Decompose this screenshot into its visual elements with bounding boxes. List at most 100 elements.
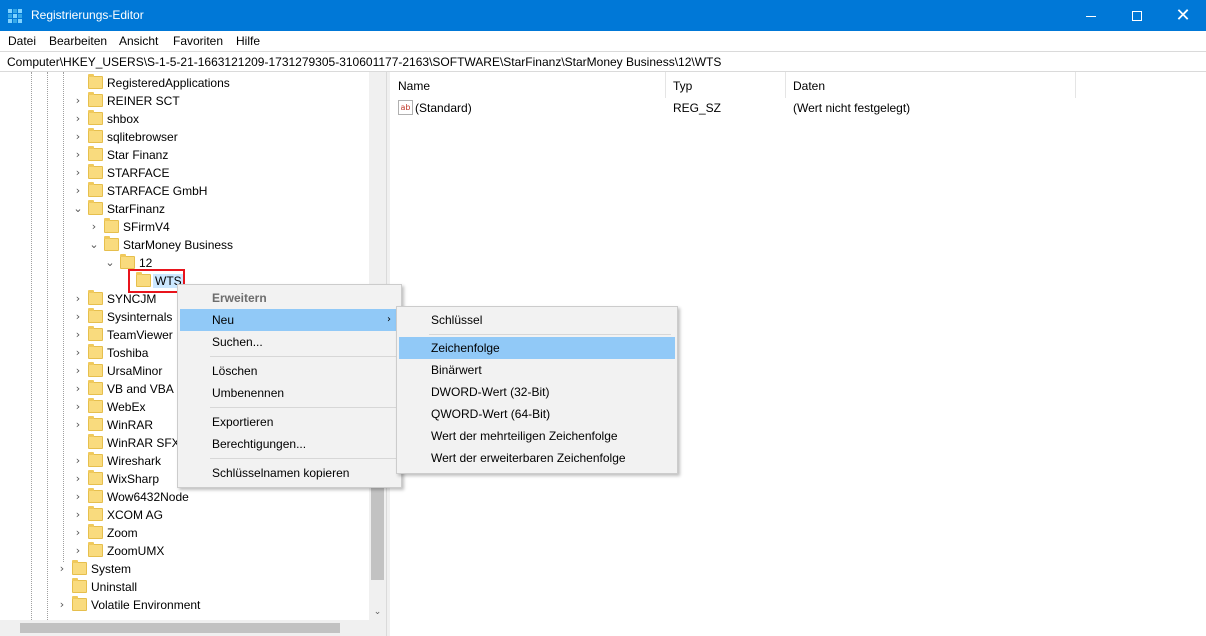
expand-icon[interactable]: › — [73, 455, 83, 467]
menu-item-loeschen[interactable]: Löschen — [180, 360, 399, 382]
tree-hscrollbar-thumb[interactable] — [20, 623, 340, 633]
folder-icon — [72, 596, 87, 611]
tree-node[interactable]: › System — [0, 560, 370, 578]
tree-node[interactable]: › STARFACE — [0, 164, 370, 182]
folder-icon — [88, 326, 103, 341]
menu-item-binaerwert[interactable]: Binärwert — [399, 359, 675, 381]
menu-separator — [210, 458, 399, 459]
tree-node[interactable]: › STARFACE GmbH — [0, 182, 370, 200]
menu-item-berechtigungen[interactable]: Berechtigungen... — [180, 433, 399, 455]
expand-icon[interactable]: › — [73, 131, 83, 143]
string-value-icon: ab — [398, 100, 413, 115]
menu-favoriten[interactable]: Favoriten — [173, 34, 223, 48]
close-button[interactable]: ✕ — [1160, 0, 1206, 31]
expand-icon[interactable]: › — [73, 185, 83, 197]
folder-icon — [88, 524, 103, 539]
expand-icon[interactable]: › — [73, 365, 83, 377]
expand-icon[interactable]: › — [73, 401, 83, 413]
tree-node-label: REINER SCT — [107, 94, 180, 108]
column-header-name[interactable]: Name — [390, 72, 666, 98]
menu-item-zeichenfolge[interactable]: Zeichenfolge — [399, 337, 675, 359]
menu-separator — [210, 407, 399, 408]
menu-item-exportieren[interactable]: Exportieren — [180, 411, 399, 433]
collapse-icon[interactable]: ⌄ — [89, 239, 99, 251]
menu-item-suchen[interactable]: Suchen... — [180, 331, 399, 353]
menu-item-erweitern[interactable]: Erweitern — [180, 287, 399, 309]
menu-separator — [429, 334, 671, 335]
expand-icon[interactable]: › — [73, 95, 83, 107]
address-path: Computer\HKEY_USERS\S-1-5-21-1663121209-… — [7, 55, 722, 69]
menu-item-schluesselnamen-kopieren[interactable]: Schlüsselnamen kopieren — [180, 462, 399, 484]
tree-node[interactable]: ⌄ 12 — [0, 254, 370, 272]
tree-node-label: WebEx — [107, 400, 146, 414]
minimize-button[interactable] — [1068, 0, 1114, 31]
tree-node[interactable]: › sqlitebrowser — [0, 128, 370, 146]
expand-icon[interactable]: › — [73, 545, 83, 557]
expand-icon[interactable]: › — [57, 563, 67, 575]
expand-icon[interactable]: › — [73, 149, 83, 161]
tree-node[interactable]: › ZoomUMX — [0, 542, 370, 560]
submenu-arrow-icon: › — [387, 314, 391, 325]
expand-icon[interactable]: › — [89, 221, 99, 233]
tree-node-label: XCOM AG — [107, 508, 164, 522]
expand-icon[interactable]: › — [73, 383, 83, 395]
tree-node[interactable]: › Volatile Environment — [0, 596, 370, 614]
column-header-type[interactable]: Typ — [666, 72, 786, 98]
maximize-button[interactable] — [1114, 0, 1160, 31]
collapse-icon[interactable]: ⌄ — [73, 203, 83, 215]
menu-ansicht[interactable]: Ansicht — [119, 34, 158, 48]
menu-item-multi-string[interactable]: Wert der mehrteiligen Zeichenfolge — [399, 425, 675, 447]
tree-node[interactable]: › XCOM AG — [0, 506, 370, 524]
menu-item-umbenennen[interactable]: Umbenennen — [180, 382, 399, 404]
tree-node[interactable]: › Wow6432Node — [0, 488, 370, 506]
menu-datei[interactable]: Datei — [8, 34, 36, 48]
expand-icon[interactable]: › — [73, 293, 83, 305]
tree-node[interactable]: › Zoom — [0, 524, 370, 542]
menu-item-qword[interactable]: QWORD-Wert (64-Bit) — [399, 403, 675, 425]
expand-icon[interactable]: › — [73, 113, 83, 125]
address-bar[interactable]: Computer\HKEY_USERS\S-1-5-21-1663121209-… — [0, 51, 1206, 72]
menu-item-neu[interactable]: Neu › — [180, 309, 399, 331]
folder-icon — [88, 470, 103, 485]
expand-icon[interactable]: › — [73, 473, 83, 485]
tree-node[interactable]: › shbox — [0, 110, 370, 128]
menu-bar: Datei Bearbeiten Ansicht Favoriten Hilfe — [0, 31, 1206, 51]
tree-node-label: Wow6432Node — [107, 490, 189, 504]
tree-node[interactable]: › SFirmV4 — [0, 218, 370, 236]
menu-bearbeiten[interactable]: Bearbeiten — [49, 34, 107, 48]
expand-icon[interactable]: › — [73, 167, 83, 179]
folder-icon — [88, 452, 103, 467]
window-title: Registrierungs-Editor — [31, 8, 144, 22]
expand-icon[interactable]: › — [73, 311, 83, 323]
folder-icon — [88, 128, 103, 143]
tree-horizontal-scrollbar[interactable] — [0, 620, 386, 636]
tree-node-label: Sysinternals — [107, 310, 173, 324]
value-row[interactable]: ab (Standard) REG_SZ (Wert nicht festgel… — [390, 98, 1206, 118]
menu-item-expandable-string[interactable]: Wert der erweiterbaren Zeichenfolge — [399, 447, 675, 469]
expand-icon[interactable]: › — [73, 419, 83, 431]
tree-node-label: ZoomUMX — [107, 544, 165, 558]
expand-icon[interactable]: › — [73, 347, 83, 359]
tree-scrollbar-thumb[interactable] — [371, 484, 384, 580]
tree-node[interactable]: › Star Finanz — [0, 146, 370, 164]
tree-node[interactable]: RegisteredApplications — [0, 74, 370, 92]
tree-node[interactable]: Uninstall — [0, 578, 370, 596]
folder-icon — [88, 74, 103, 89]
column-header-data[interactable]: Daten — [786, 72, 1076, 98]
scroll-down-arrow-icon[interactable]: ⌄ — [371, 606, 384, 618]
tree-node[interactable]: › REINER SCT — [0, 92, 370, 110]
tree-node[interactable]: ⌄ StarMoney Business — [0, 236, 370, 254]
folder-icon — [88, 542, 103, 557]
menu-hilfe[interactable]: Hilfe — [236, 34, 260, 48]
expand-icon[interactable]: › — [73, 509, 83, 521]
tree-node-label: RegisteredApplications — [107, 76, 230, 90]
menu-item-dword[interactable]: DWORD-Wert (32-Bit) — [399, 381, 675, 403]
menu-item-schluessel[interactable]: Schlüssel — [399, 309, 675, 331]
tree-node[interactable]: ⌄ StarFinanz — [0, 200, 370, 218]
expand-icon[interactable]: › — [57, 599, 67, 611]
expand-icon[interactable]: › — [73, 329, 83, 341]
collapse-icon[interactable]: ⌄ — [105, 257, 115, 269]
expand-icon[interactable]: › — [73, 527, 83, 539]
tree-node-label: TeamViewer — [107, 328, 173, 342]
expand-icon[interactable]: › — [73, 491, 83, 503]
